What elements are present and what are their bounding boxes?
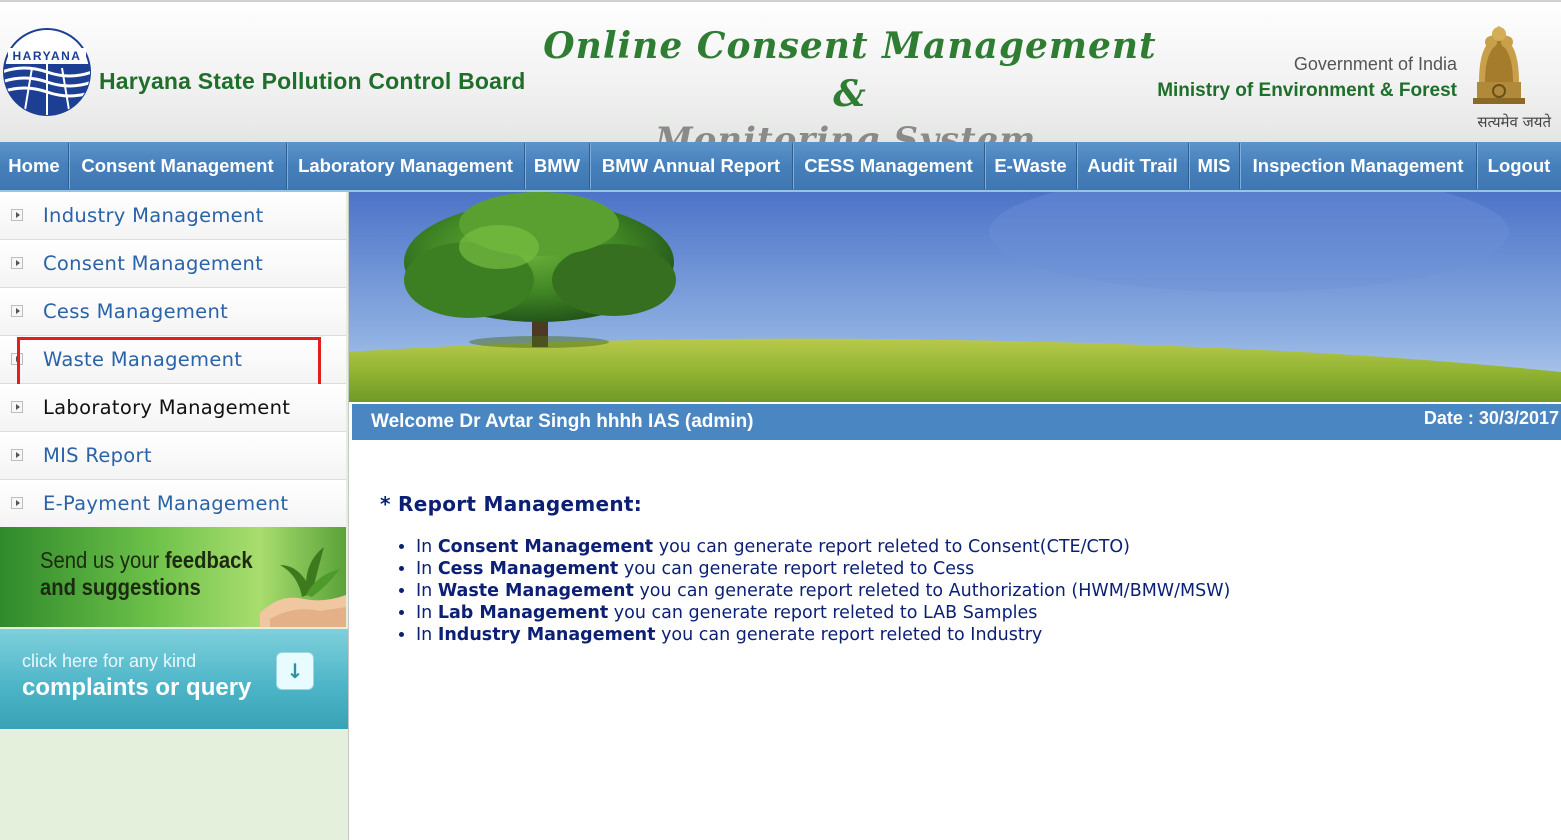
system-title: Online Consent Management & Monitoring S… — [540, 22, 1160, 162]
list-item-module: Consent Management — [437, 537, 654, 557]
nav-inspection-management[interactable]: Inspection Management — [1240, 143, 1477, 189]
arrow-right-icon — [11, 401, 23, 413]
nav-bmw-annual-report[interactable]: BMW Annual Report — [590, 143, 793, 189]
list-item-description: you can generate report releted to Cess — [618, 559, 975, 579]
motto-text: सत्यमेव जयते — [1477, 113, 1551, 131]
list-item: In Cess Management you can generate repo… — [416, 558, 1530, 580]
list-item-description: you can generate report releted to Indus… — [655, 625, 1043, 645]
report-management-list: In Consent Management you can generate r… — [416, 536, 1530, 646]
feedback-text: Send us your feedback and suggestions — [40, 547, 253, 601]
sidebar-item-industry-management[interactable]: Industry Management — [0, 192, 346, 240]
complaint-text-line2: complaints or query — [22, 674, 252, 701]
nav-mis[interactable]: MIS — [1189, 143, 1240, 189]
sidebar-item-label: Laboratory Management — [43, 396, 291, 419]
list-item: In Consent Management you can generate r… — [416, 536, 1530, 558]
government-of-india: Government of India — [1293, 54, 1457, 74]
sidebar-item-waste-management[interactable]: Waste Management — [0, 336, 346, 393]
nav-laboratory-management[interactable]: Laboratory Management — [287, 143, 525, 189]
list-item-description: you can generate report releted to Conse… — [653, 537, 1130, 557]
arrow-right-icon — [11, 305, 23, 317]
download-arrow-icon[interactable]: ↓ — [276, 652, 314, 690]
sidebar-item-mis-report[interactable]: MIS Report — [0, 432, 346, 480]
arrow-right-icon — [11, 209, 23, 221]
nav-bmw[interactable]: BMW — [525, 143, 590, 189]
banner-image — [349, 192, 1561, 402]
haryana-logo: HARYANA — [3, 28, 91, 116]
nav-cess-management[interactable]: CESS Management — [793, 143, 985, 189]
board-name: Haryana State Pollution Control Board — [99, 68, 526, 94]
arrow-right-icon — [11, 353, 23, 365]
government-label: Government of India Ministry of Environm… — [1157, 52, 1457, 106]
list-item-module: Cess Management — [437, 559, 619, 579]
nav-audit-trail[interactable]: Audit Trail — [1077, 143, 1189, 189]
list-item-module: Industry Management — [437, 625, 656, 645]
arrow-right-icon — [11, 497, 23, 509]
sidebar-item-label: Consent Management — [43, 252, 264, 275]
sidebar-menu: Industry Management Consent Management C… — [0, 192, 348, 528]
nav-home[interactable]: Home — [0, 143, 69, 189]
svg-text:HARYANA: HARYANA — [13, 49, 82, 63]
feedback-text-line2: and suggestions — [40, 574, 201, 600]
sidebar-item-consent-management[interactable]: Consent Management — [0, 240, 346, 288]
tree-landscape-image — [349, 192, 1561, 402]
ministry-name: Ministry of Environment & Forest — [1157, 80, 1457, 101]
sidebar-item-cess-management[interactable]: Cess Management — [0, 288, 346, 336]
main-navigation: Home Consent Management Laboratory Manag… — [0, 142, 1561, 192]
sidebar-item-label: E-Payment Management — [43, 492, 289, 515]
nav-e-waste[interactable]: E-Waste — [985, 143, 1077, 189]
complaint-text-line1: click here for any kind — [22, 651, 197, 671]
list-item-description: you can generate report releted to Autho… — [633, 581, 1231, 601]
welcome-bar: Welcome Dr Avtar Singh hhhh IAS (admin) … — [352, 404, 1561, 440]
list-item-module: Lab Management — [437, 603, 609, 623]
sidebar-item-label: Waste Management — [43, 348, 243, 371]
system-title-line1: Online Consent Management & — [543, 25, 1157, 115]
list-item-prefix: In — [416, 581, 438, 601]
list-item-prefix: In — [416, 537, 438, 557]
sidebar-item-e-payment-management[interactable]: E-Payment Management — [0, 480, 346, 528]
list-item-prefix: In — [416, 625, 438, 645]
list-item-prefix: In — [416, 603, 438, 623]
feedback-banner[interactable]: Send us your feedback and suggestions — [0, 527, 346, 627]
date-text: Date : 30/3/2017 — [1423, 408, 1559, 428]
list-item-module: Waste Management — [437, 581, 634, 601]
feedback-text-bold: feedback — [164, 547, 253, 573]
sidebar-item-laboratory-management[interactable]: Laboratory Management — [0, 384, 346, 432]
nav-consent-management[interactable]: Consent Management — [69, 143, 287, 189]
list-item: In Waste Management you can generate rep… — [416, 580, 1530, 602]
sidebar-item-label: Cess Management — [43, 300, 229, 323]
list-item-prefix: In — [416, 559, 438, 579]
hands-plant-icon — [260, 547, 346, 627]
arrow-right-icon — [11, 449, 23, 461]
welcome-text: Welcome Dr Avtar Singh hhhh IAS (admin) — [371, 411, 754, 432]
sidebar-item-label: Industry Management — [43, 204, 264, 227]
sidebar-item-label: MIS Report — [43, 444, 152, 467]
arrow-right-icon — [11, 257, 23, 269]
report-management-section: * Report Management: In Consent Manageme… — [380, 492, 1530, 646]
feedback-text-line1: Send us your — [40, 547, 165, 573]
national-emblem-icon — [1473, 26, 1525, 104]
complaint-banner[interactable]: click here for any kind complaints or qu… — [0, 629, 348, 729]
list-item-description: you can generate report releted to LAB S… — [608, 603, 1038, 623]
list-item: In Industry Management you can generate … — [416, 624, 1530, 646]
sidebar: Industry Management Consent Management C… — [0, 192, 349, 840]
list-item: In Lab Management you can generate repor… — [416, 602, 1530, 624]
nav-logout[interactable]: Logout — [1477, 143, 1561, 189]
site-header: HARYANA Haryana State Pollution Control … — [0, 0, 1561, 160]
report-management-title: * Report Management: — [380, 492, 643, 516]
